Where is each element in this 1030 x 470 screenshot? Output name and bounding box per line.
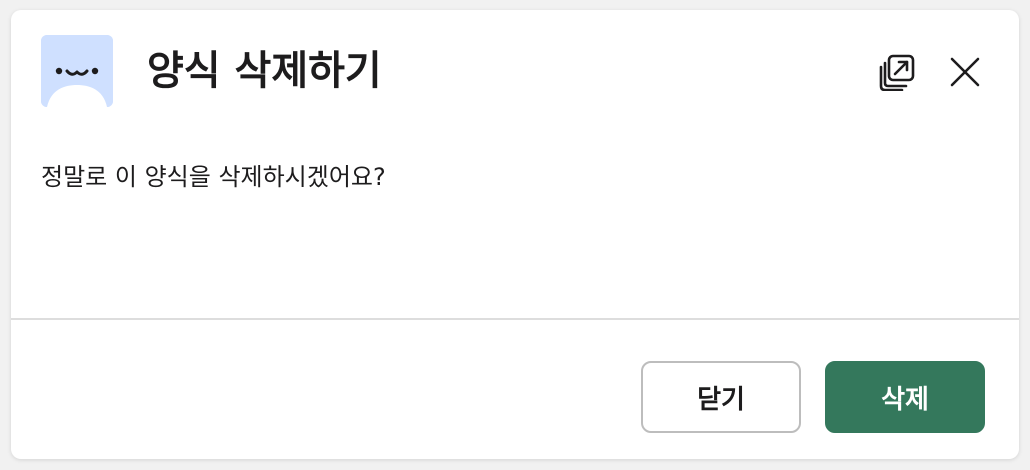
delete-form-dialog: 양식 삭제하기 정말로 이 양식을 삭제하시겠어요? 닫기 삭제 [11,10,1019,459]
footer-divider [11,318,1019,320]
dialog-message: 정말로 이 양식을 삭제하시겠어요? [41,163,386,191]
close-icon [949,56,981,88]
close-dialog-button-label: 닫기 [697,384,745,415]
delete-button[interactable]: 삭제 [825,361,985,433]
close-dialog-button[interactable]: 닫기 [641,361,801,433]
delete-button-label: 삭제 [881,384,929,415]
avatar [41,35,113,107]
dialog-title: 양식 삭제하기 [147,48,382,94]
dialog-header: 양식 삭제하기 [11,10,1019,120]
close-button[interactable] [945,52,985,92]
popout-icon [878,53,916,91]
popout-button[interactable] [877,52,917,92]
